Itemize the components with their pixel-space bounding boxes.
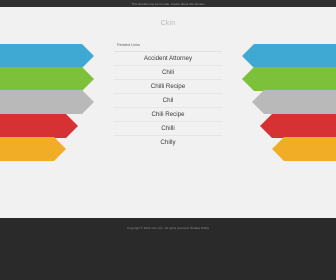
- related-link-chili[interactable]: Chili: [114, 65, 222, 79]
- top-banner[interactable]: This domain may be for sale. Inquire abo…: [0, 0, 336, 7]
- footer: Copyright © 2024 ckin.com. All rights re…: [0, 218, 336, 280]
- green-arrow-right: [242, 67, 336, 91]
- green-arrow-left: [0, 67, 94, 91]
- orange-arrow-left: [0, 137, 94, 161]
- red-arrow-left: [0, 114, 94, 138]
- red-arrow-right: [242, 114, 336, 138]
- related-link-chilli[interactable]: Chilli: [114, 121, 222, 135]
- related-link-chilli-recipe[interactable]: Chilli Recipe: [114, 79, 222, 93]
- gray-arrow-right: [242, 90, 336, 114]
- related-links-heading: Related Links: [117, 43, 141, 47]
- top-banner-text[interactable]: This domain may be for sale. Inquire abo…: [131, 2, 204, 6]
- footer-copyright: Copyright © 2024 ckin.com. All rights re…: [127, 226, 190, 230]
- related-links-list: Accident Attorney Chili Chilli Recipe Ch…: [114, 51, 222, 149]
- orange-arrow-right: [242, 137, 336, 161]
- privacy-policy-link[interactable]: Privacy Policy: [190, 226, 209, 230]
- gray-arrow-left: [0, 90, 94, 114]
- related-link-chili-recipe[interactable]: Chili Recipe: [114, 107, 222, 121]
- related-link-chilly[interactable]: Chilly: [114, 135, 222, 149]
- related-link-accident-attorney[interactable]: Accident Attorney: [114, 51, 222, 65]
- blue-arrow-left: [0, 44, 94, 68]
- footer-text: Copyright © 2024 ckin.com. All rights re…: [0, 226, 336, 230]
- domain-title: Ckin: [160, 20, 176, 27]
- related-link-chil[interactable]: Chil: [114, 93, 222, 107]
- blue-arrow-right: [242, 44, 336, 68]
